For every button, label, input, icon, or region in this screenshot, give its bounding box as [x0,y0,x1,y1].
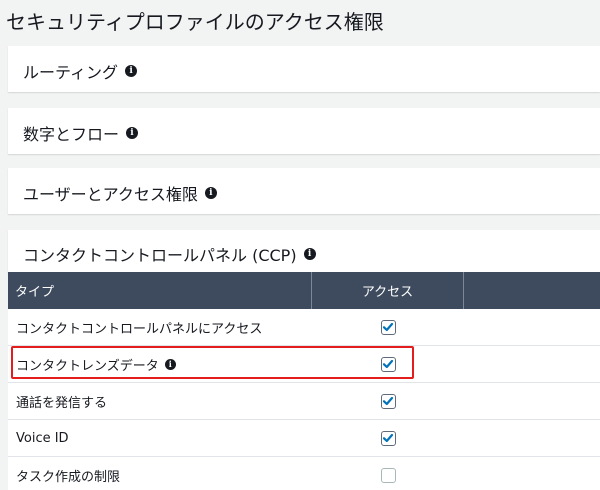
section-routing-label: ルーティング [23,63,119,82]
section-ccp[interactable]: コンタクトコントロールパネル (CCP) i [8,230,600,274]
access-checkbox[interactable] [380,467,396,483]
section-ccp-label: コンタクトコントロールパネル (CCP) [23,246,297,265]
access-checkbox[interactable] [380,319,396,335]
table-row: コンタクトコントロールパネルにアクセス [8,309,600,346]
checkmark-icon [382,396,394,406]
checkmark-icon [382,322,394,332]
row-label: 通話を発信する [16,395,108,411]
table-header: タイプ アクセス [8,272,600,309]
page-title: セキュリティプロファイルのアクセス権限 [6,10,384,34]
section-routing[interactable]: ルーティング i [8,46,600,92]
section-users-permissions-label: ユーザーとアクセス権限 [23,185,198,204]
column-header-access: アクセス [312,272,464,309]
info-icon[interactable]: i [125,65,138,77]
row-label: コンタクトコントロールパネルにアクセス [16,321,263,337]
info-icon[interactable]: i [204,187,217,199]
table-row: コンタクトレンズデータ i [8,346,600,383]
checkmark-icon [382,433,394,443]
row-label: タスク作成の制限 [16,469,121,485]
table-row: 通話を発信する [8,383,600,420]
row-label: Voice ID [16,430,69,446]
ccp-permissions-table: タイプ アクセス コンタクトコントロールパネルにアクセス コンタクトレンズデータ… [8,272,600,490]
access-checkbox[interactable] [380,393,396,409]
table-row: タスク作成の制限 [8,457,600,490]
access-checkbox[interactable] [380,430,396,446]
checkmark-icon [382,359,394,369]
info-icon[interactable]: i [164,358,176,370]
column-header-type: タイプ [8,272,312,309]
section-numbers-flows-label: 数字とフロー [23,125,120,144]
access-checkbox[interactable] [380,356,396,372]
section-users-permissions[interactable]: ユーザーとアクセス権限 i [8,168,600,214]
info-icon[interactable]: i [303,248,316,260]
column-header-empty [464,272,600,309]
info-icon[interactable]: i [126,127,139,139]
row-label: コンタクトレンズデータ [16,358,159,374]
table-row: Voice ID [8,420,600,457]
section-numbers-flows[interactable]: 数字とフロー i [8,108,600,154]
